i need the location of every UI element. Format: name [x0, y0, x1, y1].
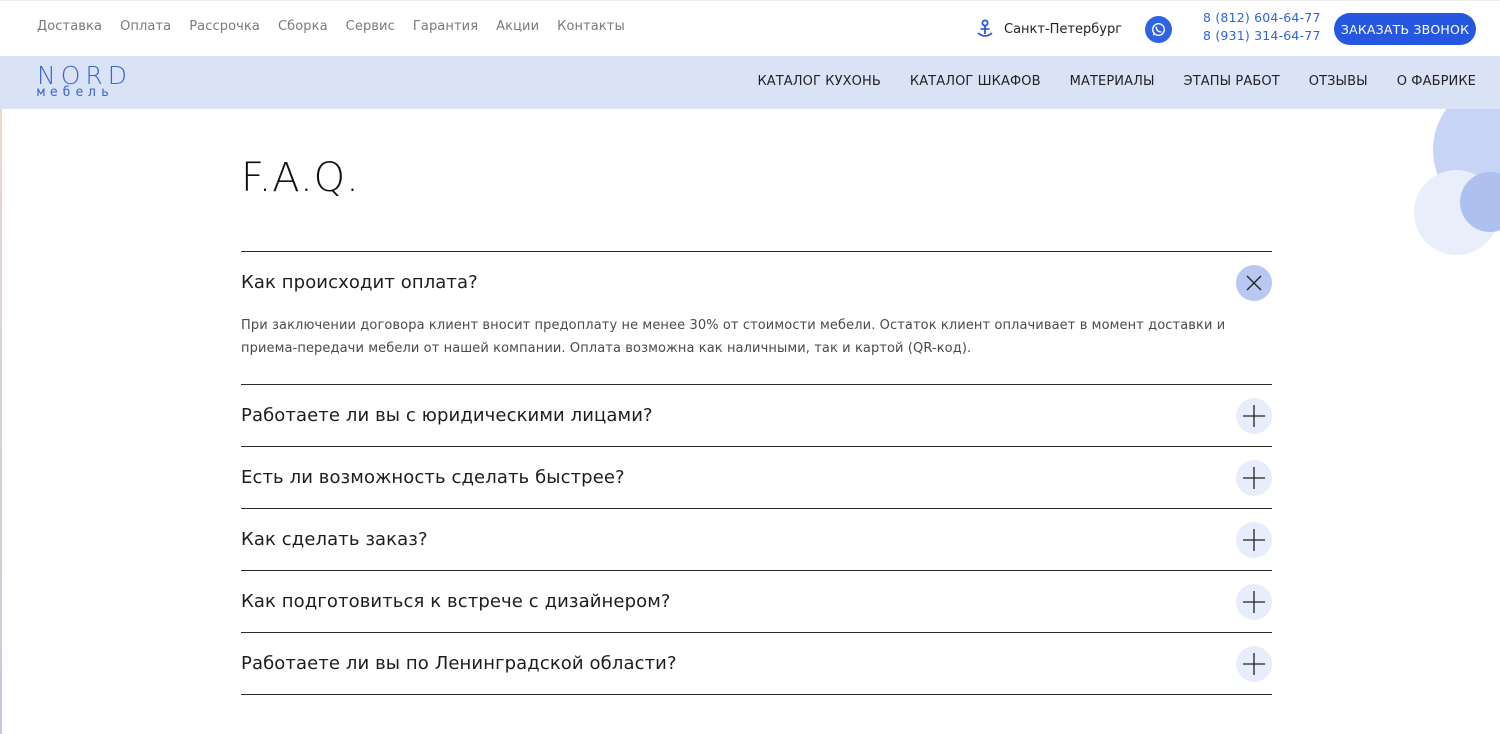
plus-icon: [1243, 653, 1265, 675]
faq-item: Как подготовиться к встрече с дизайнером…: [241, 570, 1272, 632]
top-bar: Доставка Оплата Рассрочка Сборка Сервис …: [0, 0, 1500, 56]
top-nav: Доставка Оплата Рассрочка Сборка Сервис …: [37, 19, 625, 34]
top-nav-contacts[interactable]: Контакты: [557, 19, 625, 34]
faq-accordion: Как происходит оплата? При заключении до…: [241, 251, 1272, 695]
plus-icon: [1243, 529, 1265, 551]
main-nav-work-stages[interactable]: ЭТАПЫ РАБОТ: [1184, 74, 1280, 89]
faq-question[interactable]: Есть ли возможность сделать быстрее?: [241, 447, 1272, 508]
faq-answer: При заключении договора клиент вносит пр…: [241, 318, 1226, 356]
faq-question[interactable]: Как сделать заказ?: [241, 509, 1272, 570]
main-nav-kitchens[interactable]: КАТАЛОГ КУХОНЬ: [757, 74, 880, 89]
faq-toggle-button[interactable]: [1236, 265, 1272, 301]
phone-secondary[interactable]: 8 (931) 314-64-77: [1203, 28, 1321, 43]
faq-item: Как сделать заказ?: [241, 508, 1272, 570]
faq-toggle-button[interactable]: [1236, 646, 1272, 682]
faq-question[interactable]: Как подготовиться к встрече с дизайнером…: [241, 571, 1272, 632]
city-name: Санкт-Петербург: [1004, 21, 1123, 37]
top-nav-payment[interactable]: Оплата: [120, 19, 171, 34]
logo-sub-text: мебель: [37, 85, 114, 100]
phone-primary[interactable]: 8 (812) 604-64-77: [1203, 10, 1321, 25]
faq-question[interactable]: Работаете ли вы по Ленинградской области…: [241, 633, 1272, 694]
faq-item: Как происходит оплата? При заключении до…: [241, 251, 1272, 384]
main-navbar: NORD мебель КАТАЛОГ КУХОНЬ КАТАЛОГ ШКАФО…: [0, 56, 1500, 109]
top-nav-warranty[interactable]: Гарантия: [413, 19, 478, 34]
top-nav-assembly[interactable]: Сборка: [278, 19, 328, 34]
top-nav-promotions[interactable]: Акции: [496, 19, 539, 34]
whatsapp-button[interactable]: [1145, 16, 1172, 43]
order-call-button[interactable]: ЗАКАЗАТЬ ЗВОНОК: [1334, 13, 1476, 45]
logo[interactable]: NORD мебель: [37, 63, 127, 105]
plus-icon: [1243, 405, 1265, 427]
faq-item: Есть ли возможность сделать быстрее?: [241, 446, 1272, 508]
faq-toggle-button[interactable]: [1236, 584, 1272, 620]
page-title: F.A.Q.: [241, 155, 360, 201]
main-nav: КАТАЛОГ КУХОНЬ КАТАЛОГ ШКАФОВ МАТЕРИАЛЫ …: [757, 74, 1476, 89]
phone-numbers: 8 (812) 604-64-77 8 (931) 314-64-77: [1203, 10, 1321, 43]
page-edge-line: [0, 0, 2, 734]
location-pin-icon: [977, 19, 993, 37]
plus-icon: [1243, 591, 1265, 613]
top-nav-service[interactable]: Сервис: [346, 19, 395, 34]
main-nav-wardrobes[interactable]: КАТАЛОГ ШКАФОВ: [910, 74, 1041, 89]
top-nav-installment[interactable]: Рассрочка: [189, 19, 260, 34]
plus-icon: [1243, 467, 1265, 489]
faq-toggle-button[interactable]: [1236, 398, 1272, 434]
faq-item: Работаете ли вы по Ленинградской области…: [241, 632, 1272, 695]
main-nav-materials[interactable]: МАТЕРИАЛЫ: [1070, 74, 1155, 89]
close-icon: [1246, 275, 1262, 291]
main-nav-reviews[interactable]: ОТЗЫВЫ: [1309, 74, 1368, 89]
city-selector[interactable]: Санкт-Петербург: [976, 19, 1122, 39]
top-nav-delivery[interactable]: Доставка: [37, 19, 102, 34]
faq-toggle-button[interactable]: [1236, 522, 1272, 558]
faq-question[interactable]: Как происходит оплата?: [241, 252, 1272, 312]
faq-toggle-button[interactable]: [1236, 460, 1272, 496]
main-nav-about[interactable]: О ФАБРИКЕ: [1397, 74, 1476, 89]
faq-item: Работаете ли вы с юридическими лицами?: [241, 384, 1272, 446]
whatsapp-icon: [1152, 23, 1165, 36]
faq-question[interactable]: Работаете ли вы с юридическими лицами?: [241, 385, 1272, 446]
